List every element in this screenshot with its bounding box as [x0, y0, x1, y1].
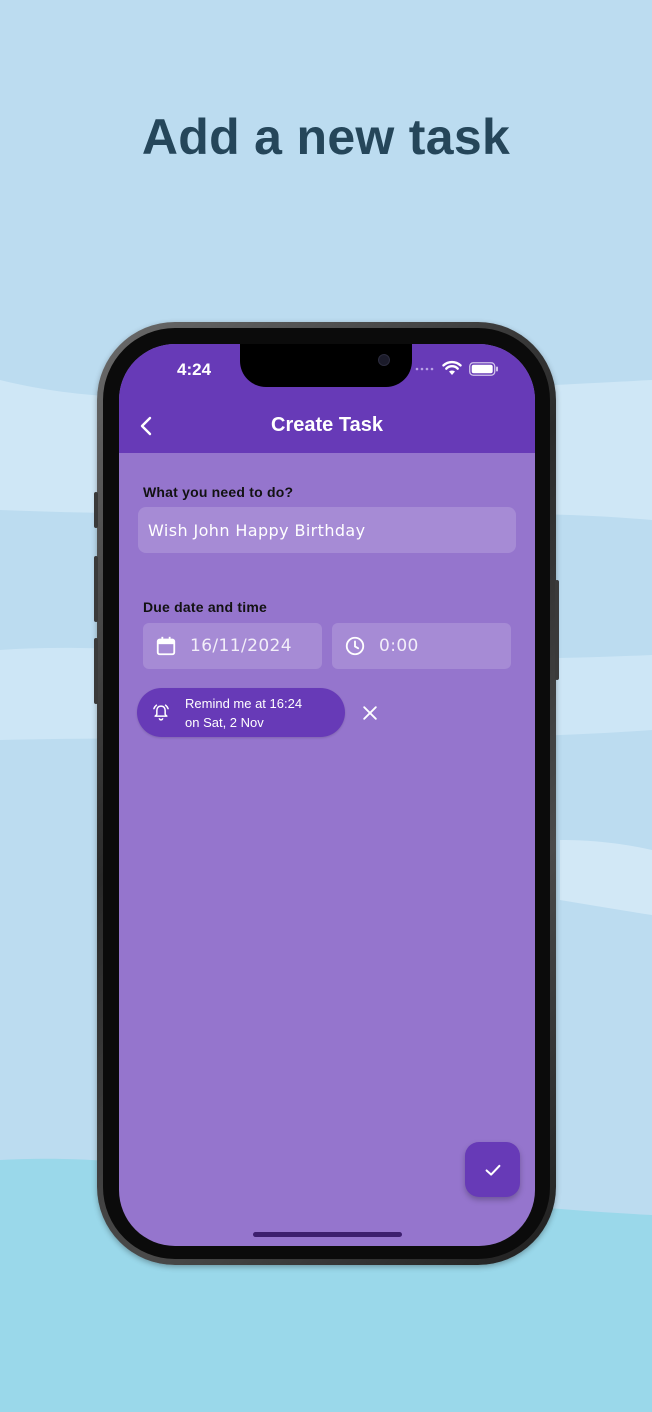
time-picker-field[interactable]: 0:00 — [332, 623, 511, 669]
volume-down-button — [94, 638, 98, 704]
time-value: 0:00 — [379, 636, 419, 656]
mute-switch — [94, 492, 98, 528]
save-task-button[interactable] — [465, 1142, 520, 1197]
clear-reminder-button[interactable] — [357, 700, 383, 726]
check-icon — [485, 1164, 500, 1176]
signal-dots-icon — [415, 367, 434, 371]
clock-icon — [344, 635, 366, 657]
date-value: 16/11/2024 — [190, 636, 292, 656]
page-headline: Add a new task — [141, 109, 511, 165]
notch — [240, 344, 412, 387]
reminder-chip[interactable]: Remind me at 16:24 on Sat, 2 Nov — [137, 688, 345, 737]
task-label: What you need to do? — [143, 484, 294, 500]
reminder-line-2: on Sat, 2 Nov — [185, 714, 264, 730]
home-indicator[interactable] — [253, 1232, 402, 1237]
battery-icon — [469, 362, 498, 376]
close-icon — [363, 706, 377, 720]
task-input[interactable] — [138, 507, 516, 553]
front-camera — [378, 354, 390, 366]
due-label: Due date and time — [143, 599, 267, 615]
status-time: 4:24 — [177, 360, 212, 379]
alarm-bell-icon — [151, 702, 173, 724]
volume-up-button — [94, 556, 98, 622]
calendar-icon — [155, 635, 177, 657]
reminder-text: Remind me at 16:24 on Sat, 2 Nov — [185, 694, 302, 732]
task-field[interactable] — [138, 507, 516, 553]
reminder-line-1: Remind me at 16:24 — [185, 695, 303, 711]
power-button — [555, 580, 559, 680]
date-picker-field[interactable]: 16/11/2024 — [143, 623, 322, 669]
wifi-icon — [442, 360, 462, 375]
phone-screen: 4:24 Create Task What you need to do? Wi… — [119, 344, 535, 1246]
app-bar-title: Create Task — [271, 414, 383, 436]
